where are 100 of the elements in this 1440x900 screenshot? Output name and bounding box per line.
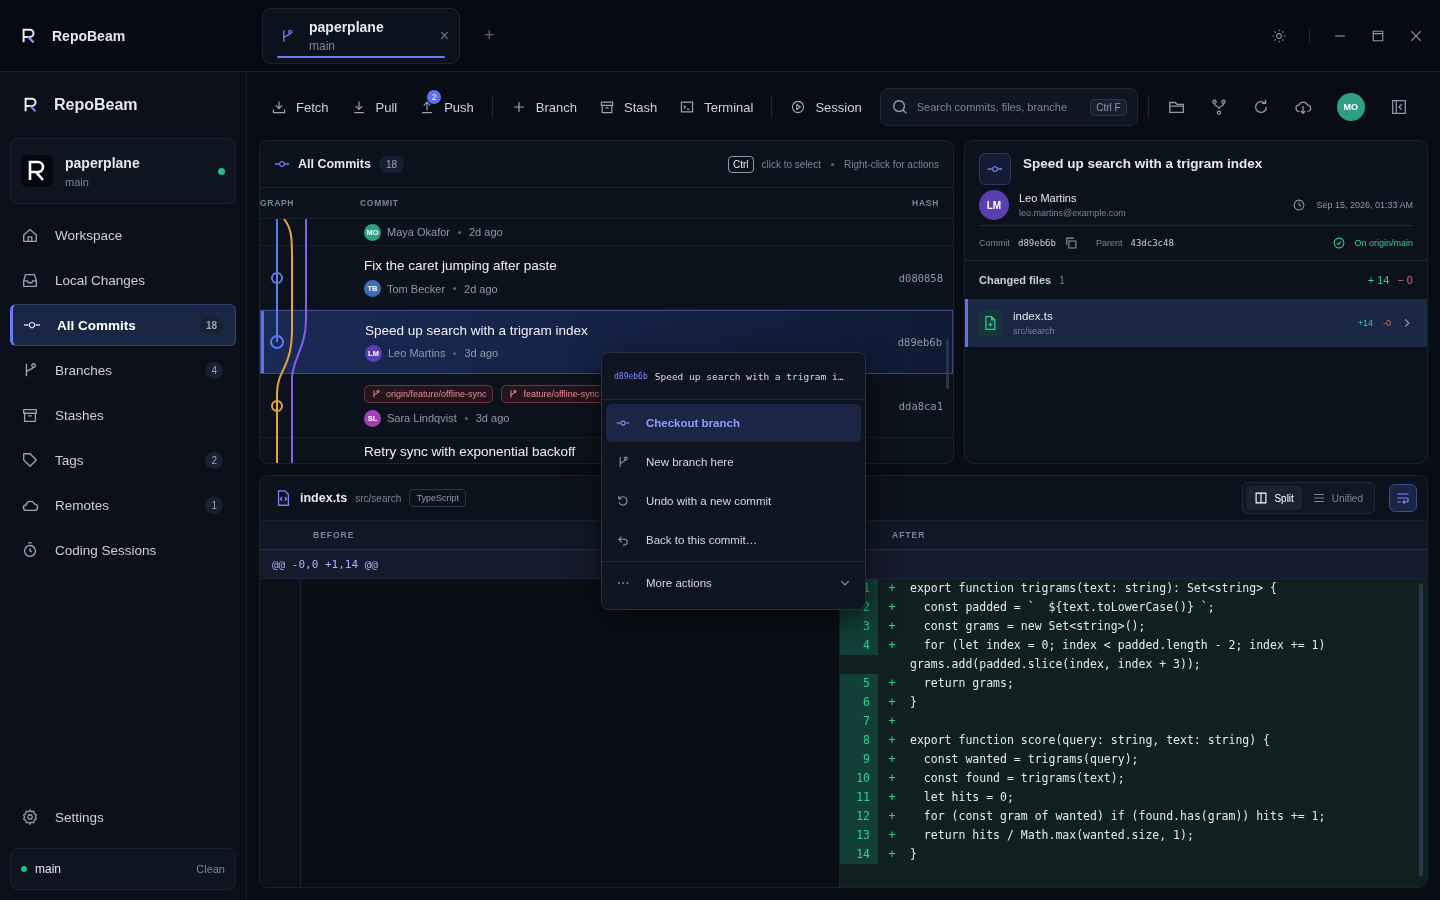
added-sign: + [887,599,897,616]
line-number: 14 [840,845,878,864]
panel-title: All Commits [298,157,371,171]
line-number: 5 [840,674,878,693]
line-number: 3 [840,617,878,636]
code-line: const padded = ` ${text.toLowerCase()} `; [922,599,1216,616]
field-label: Parent [1095,238,1123,248]
file-name: index.ts [1013,310,1054,322]
added-sign: + [887,770,897,787]
hunk-header: @@ -0,0 +1,14 @@ [272,557,378,571]
added-sign: + [887,694,897,711]
column-header: HASH [912,198,940,208]
commit-time: 3d ago [464,347,499,359]
column-header: COMMIT [360,198,400,208]
status-text: Clean [196,863,225,875]
author-avatar: LM [979,190,1009,220]
line-number: 6 [840,693,878,712]
code-line: return grams; [922,675,1015,692]
file-name: index.ts [300,491,348,505]
commit-time: 2d ago [468,226,503,238]
line-number: 8 [840,731,878,750]
remote-status: On origin/main [1354,238,1413,248]
branch-name: main [35,862,61,876]
author-name: Tom Becker [387,282,446,295]
line-number: 9 [840,750,878,769]
added-sign: + [887,637,897,654]
added-sign: + [887,808,897,825]
line-number: 11 [840,788,878,807]
code-line: } [909,846,918,863]
code-line: export function trigrams(text: string): Set<string> { [909,580,1278,597]
commit-message: Speed up search with a trigram index [365,322,589,338]
added-sign: + [887,732,897,749]
code-line: } [909,694,918,711]
repo-branch: main [65,175,90,188]
author-name: Leo Martins [388,347,446,359]
file-path: src/search [1013,326,1055,336]
code-line: let hits = 0; [922,789,1015,806]
field-label: Commit [979,238,1010,248]
tab-title: paperplane [309,18,385,35]
author-email: leo.martins@example.com [1019,208,1126,218]
added-sign: + [887,846,897,863]
added-sign: + [887,827,897,844]
added-sign: + [887,618,897,635]
hint-text: Right-click for actions [843,158,939,170]
added-sign: + [887,580,897,597]
code-line: for (let index = 0; index < padded.length - 2; index += 1) grams.add(padded.slice(index, index + 3)); [909,637,1327,673]
commit-title: Speed up search with a trigram index [1023,155,1263,171]
shortcut-hint: Ctrl F [1090,98,1127,116]
code-line: const wanted = trigrams(query); [922,751,1140,768]
deletions-count: − 0 [1397,274,1413,286]
commit-message: Retry sync with exponential backoff [364,443,577,459]
added-sign: + [887,675,897,692]
commit-hash: dda8ca1 [898,399,943,412]
tab-subtitle: main [309,38,336,53]
commit-time: 2d ago [464,282,498,295]
added-sign: + [887,751,897,768]
column-header: GRAPH [260,198,296,208]
commit-hash: d89eb6b [614,371,648,381]
line-number: 13 [840,826,878,845]
count-badge: 2 [205,451,223,469]
count-badge: 1 [205,496,223,514]
additions-count: +14 [1357,318,1373,328]
line-number: 4 [840,636,878,655]
column-header: AFTER [891,530,926,540]
additions-count: + 14 [1367,274,1390,286]
author-name: Leo Martins [1019,192,1078,204]
file-path: src/search [355,492,402,504]
code-line: const grams = new Set<string>(); [922,618,1147,635]
key-hint: Ctrl [727,155,754,173]
code-line: const found = trigrams(text); [922,770,1126,787]
added-sign: + [887,713,897,730]
count-badge: 4 [205,361,223,379]
hint-text: click to select [761,158,821,170]
repo-name: paperplane [65,154,141,171]
commit-hash: d89eb6b [897,336,942,348]
language-tag: TypeScript [409,489,466,507]
author-name: Sara Lindqvist [387,412,457,424]
deletions-count: -0 [1383,318,1391,328]
author-name: Maya Okafor [387,226,450,238]
branch-name: feature/offline-sync [523,388,600,399]
app-name: RepoBeam [54,96,138,114]
branch-name: origin/feature/offline-sync [386,388,487,399]
section-title: Changed files [979,274,1052,286]
commit-time: 3d ago [475,412,510,424]
commit-message: Fix the caret jumping after paste [364,258,558,273]
added-sign: + [887,789,897,806]
app-name: RepoBeam [52,27,126,44]
line-number: 7 [840,712,878,731]
code-line: return hits / Math.max(wanted.size, 1); [922,827,1195,844]
file-count: 1 [1059,274,1065,286]
code-line: export function score(query: string, text: string) { [909,732,1272,749]
line-number: 12 [840,807,878,826]
commit-hash: d080858 [898,271,943,284]
commit-hash: d89eb6b [1018,238,1056,248]
count-badge: 18 [199,316,223,334]
line-number: 10 [840,769,878,788]
count-badge: 2 [427,90,442,104]
commit-date: Sep 15, 2026, 01:33 AM [1316,200,1413,210]
code-line: for (const gram of wanted) if (found.has(gram)) hits += 1; [922,808,1327,825]
count-badge: 18 [378,155,405,173]
